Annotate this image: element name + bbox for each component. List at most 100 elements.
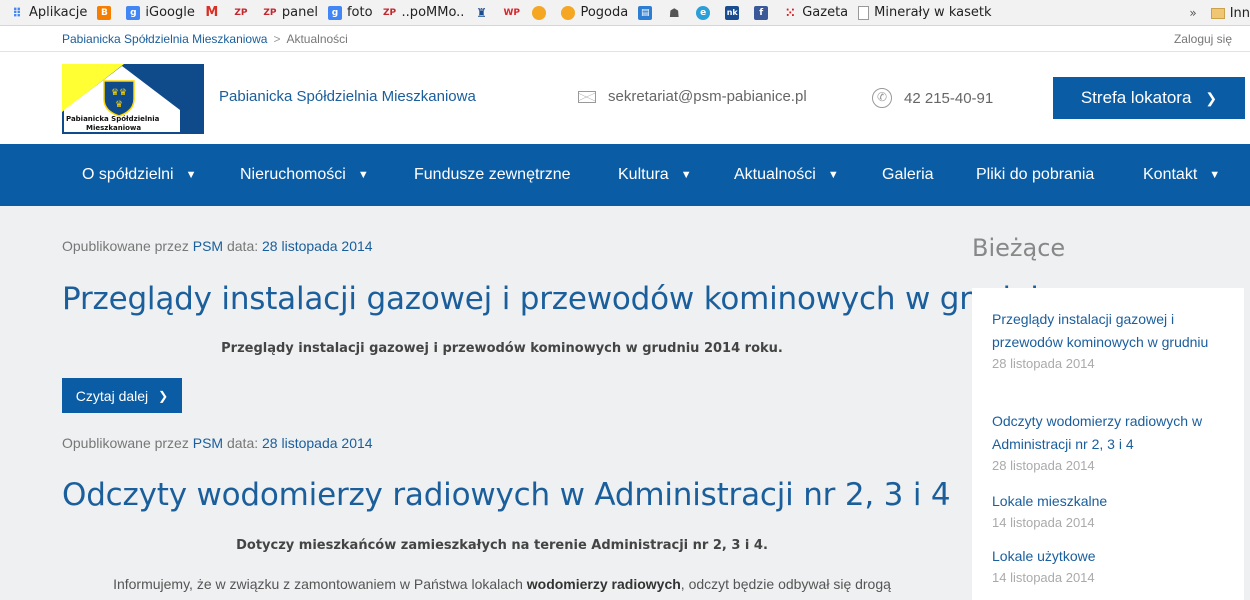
sidebar-item-link[interactable]: Przeglądy instalacji gazowej i przewodów… — [992, 308, 1224, 354]
bookmarks-overflow: » Inn — [1189, 0, 1250, 25]
nav-item-nieruchomosci[interactable]: Nieruchomości ▼ — [240, 144, 369, 206]
sidebar-item: Przeglądy instalacji gazowej i przewodów… — [992, 308, 1224, 374]
chevron-down-icon: ▼ — [680, 169, 692, 181]
site-name[interactable]: Pabianicka Spółdzielnia Mieszkaniowa — [219, 88, 476, 105]
breadcrumb-current: Aktualności — [286, 32, 348, 46]
facebook-icon: f — [754, 5, 769, 20]
nav-item-kultura[interactable]: Kultura ▼ — [618, 144, 692, 206]
breadcrumb-home-link[interactable]: Pabianicka Spółdzielnia Mieszkaniowa — [62, 32, 267, 46]
nav-item-galeria[interactable]: Galeria — [882, 144, 934, 206]
nav-item-fundusze[interactable]: Fundusze zewnętrzne — [414, 144, 571, 206]
bookmark-mineraly[interactable]: Minerały w kasetk — [858, 5, 991, 20]
post-excerpt: Przeglądy instalacji gazowej i przewodów… — [221, 341, 783, 356]
chevron-down-icon: ▼ — [1209, 169, 1221, 181]
bookmark-gmail[interactable]: M — [205, 4, 224, 20]
email-contact[interactable]: sekretariat@psm-pabianice.pl — [578, 88, 807, 105]
sidebar-item-link[interactable]: Odczyty wodomierzy radiowych w Administr… — [992, 410, 1224, 456]
zp-pommo-icon: ZP — [382, 7, 397, 18]
bookmark-orange[interactable] — [532, 5, 551, 20]
sidebar-item: Lokale użytkowe 14 listopada 2014 — [992, 545, 1224, 588]
blogger-icon: B — [97, 5, 112, 20]
google-icon: g — [126, 5, 141, 20]
post-title[interactable]: Odczyty wodomierzy radiowych w Administr… — [62, 477, 951, 513]
post-author-link[interactable]: PSM — [193, 435, 223, 451]
svg-text:♛: ♛ — [115, 100, 123, 110]
breadcrumb: Pabianicka Spółdzielnia Mieszkaniowa > Akt… — [62, 32, 348, 46]
zp-icon: ZP — [234, 7, 248, 18]
read-more-button[interactable]: Czytaj dalej ❯ — [62, 378, 182, 413]
chevron-down-icon: ▼ — [827, 169, 839, 181]
bookmark-pogoda[interactable]: Pogoda — [561, 5, 628, 20]
bookmark-gazeta[interactable]: ⁙ Gazeta — [783, 5, 848, 20]
site-logo[interactable]: ♛♛ ♛ Pabianicka Spółdzielnia Mieszkaniow… — [62, 64, 204, 134]
post-meta: Opublikowane przez PSM data: 28 listopad… — [62, 435, 373, 451]
sidebar-item-date: 14 listopada 2014 — [992, 570, 1095, 585]
email-text: sekretariat@psm-pabianice.pl — [608, 88, 807, 105]
chevron-right-icon: ❯ — [158, 388, 169, 403]
bookmark-nk[interactable]: nk — [725, 5, 744, 20]
chevron-down-icon: ▼ — [357, 169, 369, 181]
crest-icon: ♜ — [476, 5, 487, 20]
folder-icon — [1210, 7, 1225, 19]
wp-icon: WP — [503, 7, 520, 18]
sidebar-item: Lokale mieszkalne 14 listopada 2014 — [992, 490, 1224, 533]
top-strip: Pabianicka Spółdzielnia Mieszkaniowa > Akt… — [0, 26, 1250, 52]
zp-panel-icon: ZP — [263, 7, 277, 18]
more-bookmarks-button[interactable]: » — [1189, 6, 1196, 20]
post-title[interactable]: Przeglądy instalacji gazowej i przewodów… — [62, 281, 1058, 317]
weather-icon — [561, 5, 576, 20]
main-nav: O spółdzielni ▼ Nieruchomości ▼ Fundusze z… — [0, 144, 1250, 206]
bookmark-news[interactable]: ▤ — [638, 5, 657, 20]
nk-icon: nk — [725, 5, 740, 20]
strefa-lokatora-button[interactable]: Strefa lokatora ❯ — [1053, 77, 1245, 119]
sidebar-recent-posts: Przeglądy instalacji gazowej i przewodów… — [972, 288, 1244, 600]
breadcrumb-separator: > — [273, 32, 281, 46]
bookmark-crest[interactable]: ♜ — [474, 6, 493, 20]
sidebar-item-link[interactable]: Lokale użytkowe — [992, 545, 1224, 568]
sidebar-item-date: 14 listopada 2014 — [992, 515, 1095, 530]
sidebar-item-date: 28 listopada 2014 — [992, 356, 1095, 371]
chevron-right-icon: ❯ — [1205, 89, 1218, 106]
phone-icon: ✆ — [872, 88, 892, 108]
news-icon: ▤ — [638, 5, 653, 20]
nav-item-kontakt[interactable]: Kontakt ▼ — [1143, 144, 1220, 206]
nav-item-o-spoldzielni[interactable]: O spółdzielni ▼ — [82, 144, 197, 206]
post-meta: Opublikowane przez PSM data: 28 listopad… — [62, 238, 373, 254]
phone-contact[interactable]: ✆ 42 215-40-91 — [872, 88, 993, 108]
apps-grid-icon: ⠿ — [12, 5, 22, 20]
post-author-link[interactable]: PSM — [193, 238, 223, 254]
site-header: ♛♛ ♛ Pabianicka Spółdzielnia Mieszkaniow… — [0, 52, 1250, 144]
logo-text-line1: Pabianicka Spółdzielnia — [66, 115, 160, 123]
google-photos-icon: g — [327, 5, 342, 20]
sidebar-item-date: 28 listopada 2014 — [992, 458, 1095, 473]
gmail-icon: M — [205, 4, 219, 20]
login-link[interactable]: Zaloguj się — [1174, 32, 1232, 46]
post-date-link[interactable]: 28 listopada 2014 — [262, 435, 373, 451]
envelope-icon — [578, 90, 596, 103]
gazeta-icon: ⁙ — [785, 5, 796, 20]
robot-icon: ☗ — [668, 5, 680, 20]
bookmark-panel[interactable]: ZP panel — [263, 5, 318, 20]
post-date-link[interactable]: 28 listopada 2014 — [262, 238, 373, 254]
bookmark-apps[interactable]: ⠿ Aplikacje — [10, 5, 87, 20]
bookmark-browser[interactable]: e — [696, 5, 715, 20]
sidebar-item-link[interactable]: Lokale mieszkalne — [992, 490, 1224, 513]
chevron-down-icon: ▼ — [185, 169, 197, 181]
bookmark-blogger[interactable]: B — [97, 5, 116, 20]
bookmark-wp[interactable]: WP — [503, 6, 522, 20]
nav-item-pliki[interactable]: Pliki do pobrania — [976, 144, 1094, 206]
sidebar-item: Odczyty wodomierzy radiowych w Administr… — [992, 410, 1224, 476]
nav-item-aktualnosci[interactable]: Aktualności ▼ — [734, 144, 839, 206]
bookmark-pommo[interactable]: ZP ..poMMo.. — [382, 5, 464, 20]
bookmark-igoogle[interactable]: g iGoogle — [126, 5, 195, 20]
bookmark-facebook[interactable]: f — [754, 5, 773, 20]
other-bookmarks[interactable]: Inn — [1210, 6, 1250, 21]
phone-text: 42 215-40-91 — [904, 89, 994, 107]
bookmark-foto[interactable]: g foto — [327, 5, 373, 20]
orange-ball-icon — [532, 5, 547, 20]
post-body-text: Informujemy, że w związku z zamontowanie… — [113, 576, 891, 592]
bookmark-robot[interactable]: ☗ — [667, 6, 686, 20]
browser-icon: e — [696, 5, 711, 20]
bookmark-zp[interactable]: ZP — [234, 6, 253, 20]
svg-text:♛♛: ♛♛ — [111, 88, 127, 98]
